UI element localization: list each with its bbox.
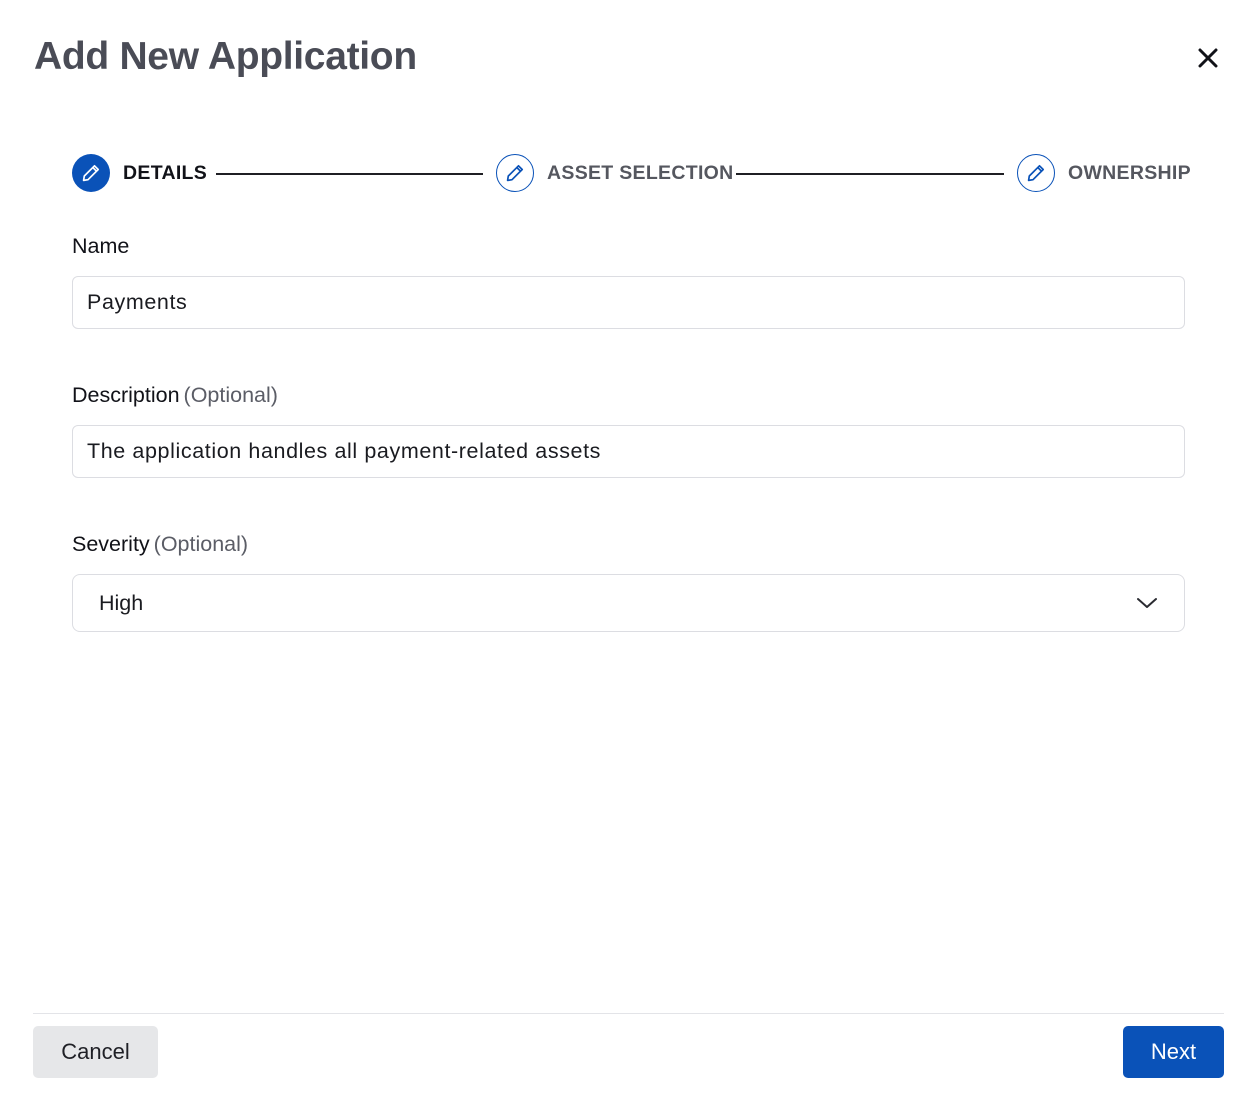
severity-label-text: Severity	[72, 532, 150, 556]
step-ownership[interactable]: OWNERSHIP	[1017, 153, 1191, 193]
next-button[interactable]: Next	[1123, 1026, 1224, 1078]
step-details-label: DETAILS	[123, 161, 208, 184]
dialog-title: Add New Application	[34, 35, 417, 78]
description-input[interactable]: The application handles all payment-rela…	[72, 425, 1185, 478]
step-ownership-label: OWNERSHIP	[1068, 161, 1191, 184]
step-details-indicator	[72, 154, 110, 192]
description-label: Description (Optional)	[72, 383, 278, 408]
add-application-dialog: Add New Application DETAILS ASSET SELECT…	[0, 0, 1254, 1108]
pencil-icon	[506, 164, 524, 182]
pencil-icon	[82, 164, 100, 182]
step-connector	[736, 173, 1004, 175]
close-icon	[1198, 48, 1218, 68]
name-label: Name	[72, 234, 129, 259]
optional-hint: (Optional)	[183, 383, 278, 407]
step-details[interactable]: DETAILS	[72, 153, 207, 193]
cancel-button[interactable]: Cancel	[33, 1026, 158, 1078]
footer-divider	[33, 1013, 1224, 1014]
severity-select[interactable]: High	[72, 574, 1185, 632]
step-connector	[216, 173, 483, 175]
step-ownership-indicator	[1017, 154, 1055, 192]
name-input[interactable]: Payments	[72, 276, 1185, 329]
severity-selected-value: High	[99, 590, 144, 615]
description-label-text: Description	[72, 383, 180, 407]
severity-label: Severity (Optional)	[72, 532, 248, 557]
pencil-icon	[1027, 164, 1045, 182]
close-button[interactable]	[1192, 42, 1224, 74]
step-asset-selection-indicator	[496, 154, 534, 192]
step-asset-selection-label: ASSET SELECTION	[547, 161, 734, 184]
step-asset-selection[interactable]: ASSET SELECTION	[496, 153, 734, 193]
optional-hint: (Optional)	[153, 532, 249, 556]
name-label-text: Name	[72, 234, 130, 258]
stepper: DETAILS ASSET SELECTION OWNERSHIP	[72, 153, 1191, 193]
chevron-down-icon	[1137, 598, 1157, 608]
